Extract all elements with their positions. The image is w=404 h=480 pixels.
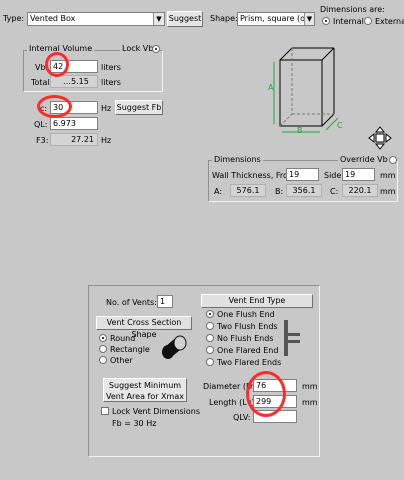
wall-unit: mm [380, 171, 396, 180]
dims-unit: mm [380, 187, 396, 196]
f3-value: 27.21 [50, 133, 98, 146]
suggest-type-button[interactable]: Suggest [167, 11, 203, 27]
end-one-flared-label: One Flared End [217, 346, 279, 355]
f3-unit: Hz [101, 136, 112, 145]
lock-vb-label: Lock Vb [120, 44, 156, 53]
lock-vent-dims-label: Lock Vent Dimensions [112, 407, 200, 416]
num-vents-input[interactable]: 1 [157, 295, 173, 308]
suggest-min-vent-button[interactable]: Suggest Minimum Vent Area for Xmax [103, 378, 187, 402]
edge-c-label: C [337, 121, 343, 130]
diameter-unit: mm [302, 382, 318, 391]
f3-label: F3: [36, 136, 49, 145]
edge-b-label: B [297, 126, 303, 135]
c-value: 220.1 [342, 184, 378, 197]
ql-label: QL: [34, 120, 48, 129]
type-label: Type: [3, 14, 25, 23]
b-value: 356.1 [286, 184, 322, 197]
suggest-min-line1: Suggest Minimum [108, 381, 182, 390]
qlv-label: QLV: [233, 413, 251, 422]
a-label: A: [214, 187, 223, 196]
move-arrows-icon[interactable] [368, 126, 392, 150]
end-one-flared-radio[interactable] [206, 346, 214, 354]
shape-label: Shape: [210, 14, 238, 23]
fb-unit: Hz [101, 104, 112, 113]
override-vb-radio[interactable] [389, 156, 397, 164]
units-external-radio[interactable] [364, 17, 372, 25]
lock-vent-dims-checkbox[interactable] [101, 407, 109, 415]
end-no-flush-label: No Flush Ends [217, 334, 274, 343]
suggest-fb-button[interactable]: Suggest Fb [115, 100, 163, 115]
vent-cross-section-title: Vent Cross Section Shape [96, 316, 192, 339]
units-external-label: External [375, 17, 404, 26]
a-value: 576.1 [230, 184, 266, 197]
chevron-down-icon[interactable]: ▼ [304, 13, 314, 25]
annotation-circle-fb [37, 95, 72, 118]
lock-vb-radio[interactable] [152, 45, 160, 53]
fb-note: Fb = 30 Hz [112, 419, 157, 428]
annotation-circle-vb [45, 52, 69, 77]
type-select[interactable]: Vented Box ▼ [27, 12, 165, 26]
end-two-flared-label: Two Flared Ends [217, 358, 282, 367]
wall-side-input[interactable]: 19 [342, 168, 375, 181]
end-one-flush-label: One Flush End [217, 310, 275, 319]
vb-unit: liters [101, 63, 121, 72]
length-unit: mm [302, 398, 318, 407]
wall-front-input[interactable]: 19 [286, 168, 319, 181]
shape-other-radio[interactable] [99, 356, 107, 364]
units-internal-label: Internal [333, 17, 364, 26]
shape-select[interactable]: Prism, square (opt.) ▼ [237, 12, 315, 26]
shape-round-radio[interactable] [99, 334, 107, 342]
round-vent-icon [162, 335, 187, 359]
type-select-value: Vented Box [30, 14, 76, 23]
side-label: Side: [324, 171, 344, 180]
edge-a-label: A [268, 83, 274, 92]
end-two-flush-radio[interactable] [206, 322, 214, 330]
vent-end-type-title: Vent End Type [201, 294, 313, 308]
end-two-flush-label: Two Flush Ends [217, 322, 278, 331]
box-diagram [273, 47, 339, 133]
shape-round-label: Round [110, 334, 136, 343]
dimensions-title: Dimensions [212, 155, 263, 164]
num-vents-label: No. of Vents: [106, 298, 157, 307]
total-unit: liters [101, 78, 121, 87]
units-internal-radio[interactable] [322, 17, 330, 25]
annotation-circle-vent [246, 371, 286, 417]
end-one-flush-radio[interactable] [206, 310, 214, 318]
suggest-min-line2: Vent Area for Xmax [106, 392, 184, 401]
chevron-down-icon[interactable]: ▼ [153, 13, 164, 25]
end-two-flared-radio[interactable] [206, 358, 214, 366]
vent-panel [88, 285, 320, 457]
b-label: B: [275, 187, 284, 196]
vent-end-icon [284, 320, 300, 356]
end-no-flush-radio[interactable] [206, 334, 214, 342]
dimensions-are-label: Dimensions are: [320, 5, 385, 14]
override-vb-label: Override Vb [338, 155, 390, 164]
c-label: C: [330, 187, 339, 196]
shape-rectangle-label: Rectangle [110, 345, 150, 354]
shape-rectangle-radio[interactable] [99, 345, 107, 353]
ql-input[interactable]: 6.973 [50, 117, 98, 130]
shape-other-label: Other [110, 356, 133, 365]
